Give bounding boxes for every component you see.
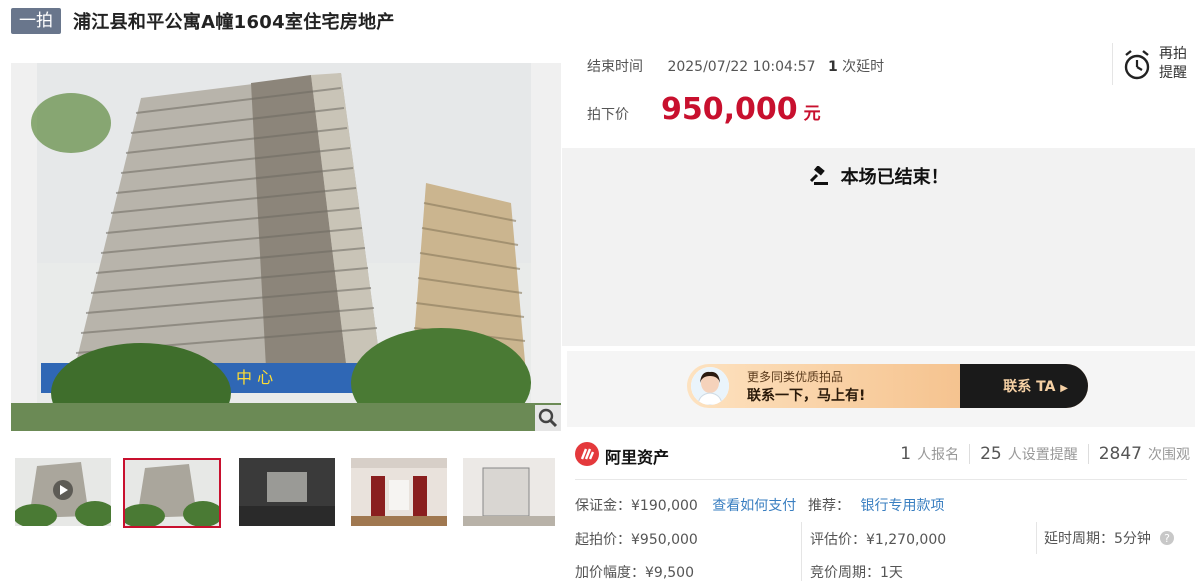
promo-area: 更多同类优质拍品 联系一下，马上有! 联系 TA ▶ [567, 351, 1195, 427]
remind-button[interactable]: 再拍提醒 [1112, 43, 1192, 85]
auction-ended-text: 本场已结束！ [840, 167, 949, 188]
alarm-clock-icon [1124, 50, 1150, 80]
bid-period: 竞价周期：1天 [810, 565, 903, 581]
contact-ta-label: 联系 TA [1003, 379, 1056, 395]
signup-count: 1 [900, 444, 912, 464]
deposit-row: 保证金：¥190,000 查看如何支付 [575, 495, 796, 515]
appraisal-price: 评估价：¥1,270,000 [810, 532, 947, 548]
end-time-value: 2025/07/22 10:04:57 [667, 59, 816, 75]
divider [575, 479, 1187, 480]
view-count: 2847 [1098, 444, 1142, 464]
ali-assets-logo-icon [575, 442, 599, 466]
promo-line1: 更多同类优质拍品 [747, 370, 844, 384]
delay-period-row: 延时周期：5分钟 ? [1044, 528, 1175, 548]
price-unit: 元 [803, 104, 821, 124]
end-time-label: 结束时间 [587, 59, 643, 75]
stats: 1 人报名 25 人设置提醒 2847 次围观 [900, 444, 1190, 464]
play-arrow-icon: ▶ [1060, 383, 1068, 394]
how-to-pay-link[interactable]: 查看如何支付 [712, 498, 796, 514]
remind-label: 再拍提醒 [1159, 46, 1187, 81]
delay-period: 延时周期：5分钟 [1044, 531, 1151, 547]
view-label: 次围观 [1148, 447, 1190, 463]
recommend-label: 推荐： [808, 498, 850, 514]
building-photo: 中 心 [11, 63, 561, 431]
svg-text:?: ? [1164, 532, 1170, 545]
platform-row: 阿里资产 1 人报名 25 人设置提醒 2847 次围观 [575, 440, 1190, 472]
help-icon[interactable]: ? [1159, 530, 1175, 546]
start-price: 起拍价：¥950,000 [575, 532, 698, 548]
avatar [691, 367, 729, 405]
delay-suffix: 次延时 [842, 59, 885, 75]
stats-divider [969, 444, 971, 464]
price-row: 拍下价 950,000 元 [587, 92, 821, 127]
thumbnail-room-red[interactable] [351, 458, 447, 526]
bid-increment: 加价幅度：¥9,500 [575, 565, 694, 581]
final-price: 950,000 [661, 92, 798, 127]
column-divider [801, 522, 802, 581]
column-divider [1036, 522, 1037, 554]
gavel-icon [810, 165, 829, 185]
end-time-row: 结束时间 2025/07/22 10:04:57 1 次延时 [587, 56, 884, 76]
signup-label: 人报名 [917, 447, 960, 463]
stats-divider [1087, 444, 1089, 464]
contact-ta-button[interactable]: 联系 TA ▶ [1003, 376, 1068, 396]
reminder-count: 25 [980, 444, 1002, 464]
thumbnail-room-dark[interactable] [239, 458, 335, 526]
delay-count: 1 [827, 59, 838, 75]
zoom-icon[interactable] [535, 405, 561, 431]
contact-promo-banner[interactable]: 更多同类优质拍品 联系一下，马上有! 联系 TA ▶ [687, 364, 1088, 408]
thumbnail-strip [11, 458, 561, 528]
title-row: 一拍 浦江县和平公寓A幢1604室住宅房地产 [11, 7, 395, 35]
auction-status-panel: 本场已结束！ [562, 148, 1195, 346]
auction-round-badge: 一拍 [11, 8, 61, 34]
thumbnail-room-white[interactable] [463, 458, 555, 526]
thumbnail-video[interactable] [15, 458, 111, 526]
bank-funds-link[interactable]: 银行专用款项 [860, 498, 944, 514]
deposit-text: 保证金：¥190,000 [575, 498, 698, 514]
promo-line2: 联系一下，马上有! [747, 388, 866, 404]
auction-ended-row: 本场已结束！ [562, 163, 1195, 189]
platform-name: 阿里资产 [605, 448, 670, 467]
recommend-row: 推荐： 银行专用款项 [808, 495, 944, 515]
price-label: 拍下价 [587, 107, 629, 123]
svg-text:中 心: 中 心 [236, 368, 273, 387]
main-photo[interactable]: 中 心 [11, 63, 561, 431]
reminder-label: 人设置提醒 [1007, 447, 1078, 463]
page-title: 浦江县和平公寓A幢1604室住宅房地产 [73, 12, 395, 33]
thumbnail-building[interactable] [123, 458, 221, 528]
